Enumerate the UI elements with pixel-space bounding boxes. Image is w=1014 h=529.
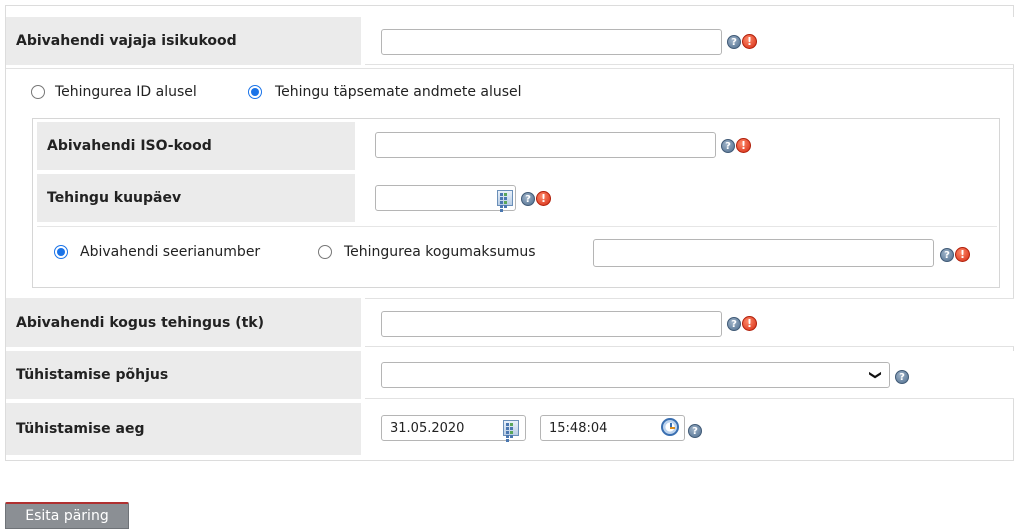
quantity-label: Abivahendi kogus tehingus (tk)	[6, 298, 361, 347]
transaction-date-label-text: Tehingu kuupäev	[47, 190, 182, 206]
serial-value-input[interactable]	[593, 239, 934, 267]
transaction-date-input[interactable]	[375, 185, 516, 211]
exclamation-icon: !	[736, 138, 751, 153]
cancel-time-label: Tühistamise aeg	[6, 403, 361, 455]
calendar-icon[interactable]	[503, 420, 519, 442]
exclamation-icon: !	[742, 34, 757, 49]
question-icon[interactable]: ?	[940, 248, 954, 262]
exclamation-icon: !	[955, 247, 970, 262]
radio-by-details[interactable]	[248, 85, 262, 99]
question-icon[interactable]: ?	[721, 139, 735, 153]
exclamation-icon: !	[742, 316, 757, 331]
radio-total-cost[interactable]	[318, 245, 332, 259]
question-icon[interactable]: ?	[521, 192, 535, 206]
clock-icon[interactable]	[661, 418, 679, 436]
requester-code-label-text: Abivahendi vajaja isikukood	[16, 33, 237, 49]
question-icon[interactable]: ?	[727, 317, 741, 331]
radio-serial-number-label[interactable]: Abivahendi seerianumber	[80, 244, 260, 260]
exclamation-icon: !	[536, 191, 551, 206]
iso-code-label: Abivahendi ISO-kood	[37, 122, 355, 170]
iso-code-input[interactable]	[375, 132, 716, 158]
radio-by-id-label[interactable]: Tehingurea ID alusel	[55, 84, 197, 100]
chevron-down-icon: ❯	[868, 369, 883, 381]
calendar-icon[interactable]	[497, 190, 513, 212]
question-icon[interactable]: ?	[727, 35, 741, 49]
question-icon[interactable]: ?	[688, 424, 702, 438]
question-icon[interactable]: ?	[895, 370, 909, 384]
transaction-date-label: Tehingu kuupäev	[37, 174, 355, 222]
submit-button[interactable]: Esita päring	[5, 502, 129, 529]
cancel-reason-label: Tühistamise põhjus	[6, 351, 361, 399]
radio-by-id[interactable]	[31, 85, 45, 99]
radio-serial-number[interactable]	[54, 245, 68, 259]
requester-code-input[interactable]	[381, 29, 722, 55]
iso-code-label-text: Abivahendi ISO-kood	[47, 138, 212, 154]
radio-total-cost-label[interactable]: Tehingurea kogumaksumus	[344, 244, 536, 260]
radio-by-details-label[interactable]: Tehingu täpsemate andmete alusel	[275, 84, 522, 100]
quantity-input[interactable]	[381, 311, 722, 337]
cancel-reason-label-text: Tühistamise põhjus	[16, 367, 169, 383]
quantity-label-text: Abivahendi kogus tehingus (tk)	[16, 314, 265, 331]
cancel-time-label-text: Tühistamise aeg	[16, 421, 145, 437]
requester-code-label: Abivahendi vajaja isikukood	[6, 17, 361, 65]
cancel-reason-select[interactable]: ❯	[381, 362, 890, 388]
